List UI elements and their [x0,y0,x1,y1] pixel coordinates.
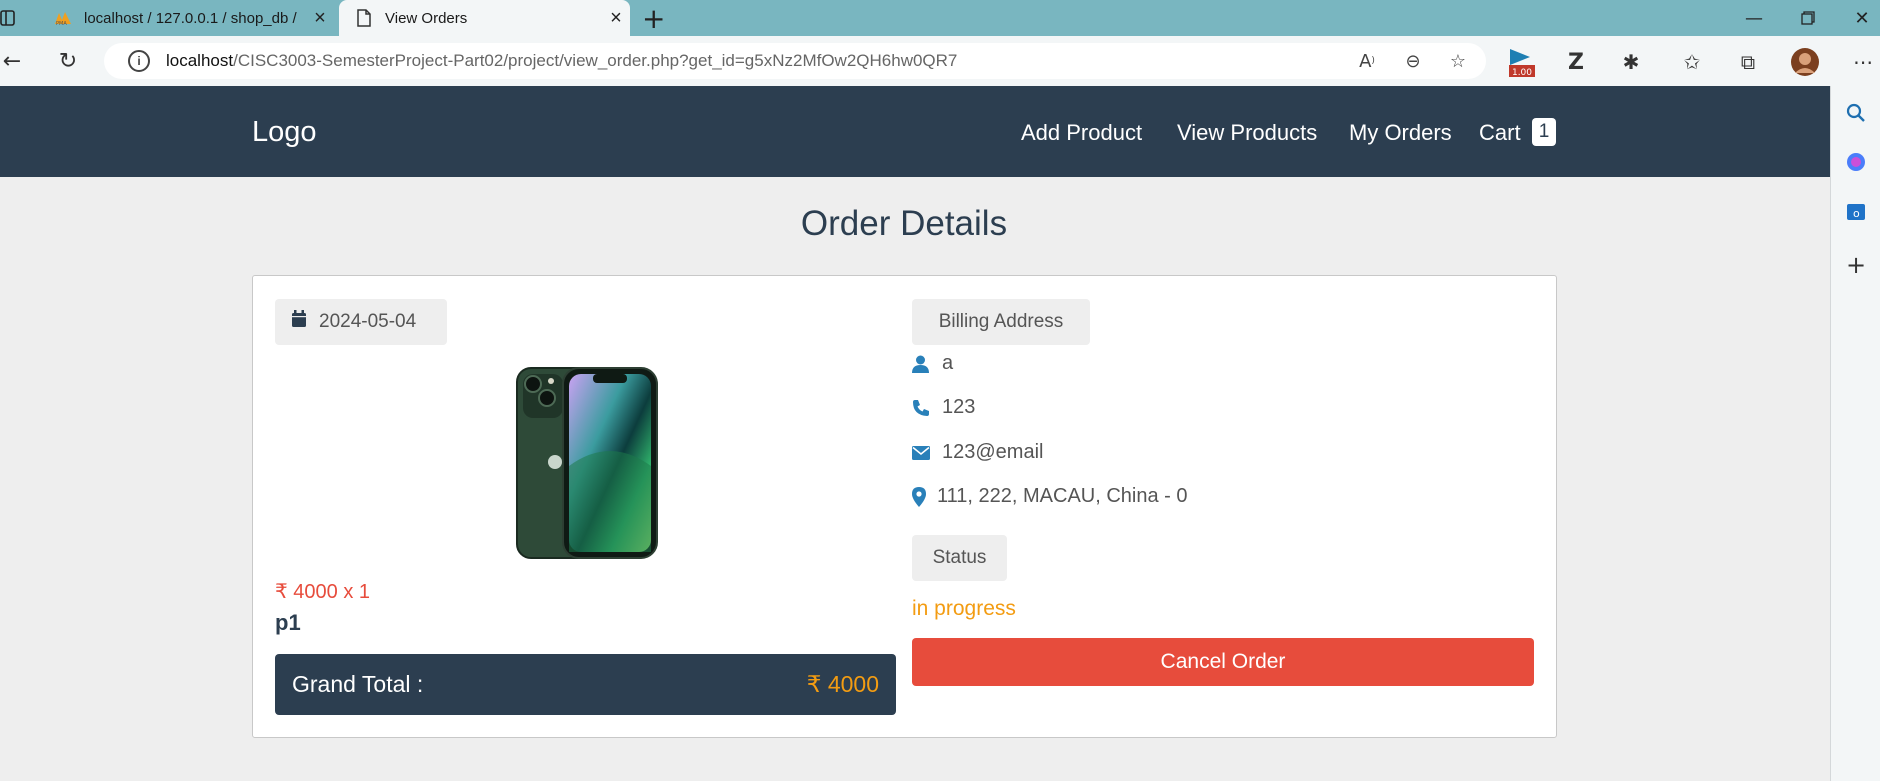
more-options-icon[interactable]: ⋯ [1846,45,1880,79]
outlook-icon[interactable]: o [1843,199,1869,225]
address-bar: ← ↻ i localhost/CISC3003-SemesterProject… [0,36,1880,86]
product-price: ₹ 4000 x 1 [275,579,370,604]
billing-address-row: 111, 222, MACAU, China - 0 [912,485,1188,508]
billing-email: 123@email [942,441,1044,463]
status-label: Status [912,535,1007,581]
page-title: Order Details [800,204,1008,243]
grand-total-bar: Grand Total : ₹ 4000 [275,654,896,715]
sidebar-toggle-icon[interactable] [0,8,16,28]
extension-badge: 1.00 [1512,68,1532,78]
browser-tab-view-orders[interactable]: View Orders × [339,0,630,36]
nav-cart[interactable]: Cart [1479,120,1521,146]
window-close-icon[interactable]: ✕ [1836,0,1880,36]
read-aloud-icon[interactable]: A) [1349,43,1385,79]
minimize-icon[interactable]: — [1728,0,1780,36]
new-tab-icon[interactable]: + [642,2,665,35]
extensions-puzzle-icon[interactable]: ✱ [1614,45,1648,79]
avatar[interactable] [1788,45,1822,79]
web-page: Logo Add Product View Products My Orders… [0,86,1830,781]
zoom-out-icon[interactable]: ⊖ [1395,43,1431,79]
billing-name-row: a [912,352,953,375]
url-path: /CISC3003-SemesterProject-Part02/project… [233,51,958,70]
browser-tab-bar: PMA localhost / 127.0.0.1 / shop_db / × … [0,0,1880,36]
billing-name: a [942,352,954,374]
status-badge: in progress [912,597,1016,620]
extension-icon[interactable]: 1.00 [1504,45,1538,79]
close-icon[interactable]: × [306,7,334,30]
tab-title: View Orders [385,9,468,27]
nav-my-orders[interactable]: My Orders [1349,120,1452,146]
page-icon [353,7,375,29]
phpmyadmin-icon: PMA [52,7,74,29]
product-name: p1 [275,610,301,635]
user-icon [912,355,942,373]
price-quantity-text: 4000 x 1 [293,581,371,603]
order-date-text: 2024-05-04 [319,311,417,332]
billing-address-label: Billing Address [912,299,1090,345]
restore-icon[interactable] [1782,0,1834,36]
billing-phone-row: 123 [912,396,975,419]
rupee-icon: ₹ [275,581,288,603]
site-info-icon[interactable]: i [128,50,150,72]
url-host: localhost [166,51,234,70]
edge-sidebar: o + [1830,86,1880,781]
nav-view-products[interactable]: View Products [1177,120,1317,146]
svg-text:PMA: PMA [56,21,67,26]
svg-text:o: o [1853,207,1860,220]
tab-title: localhost / 127.0.0.1 / shop_db / [84,9,297,27]
grand-total-value: 4000 [827,671,879,697]
cart-count-badge[interactable]: 1 [1532,118,1556,146]
rupee-icon: ₹ [806,671,822,697]
grand-total-amount: ₹ 4000 [807,671,879,698]
cancel-order-button[interactable]: Cancel Order [912,638,1534,686]
search-icon[interactable] [1843,100,1869,126]
add-sidebar-app-icon[interactable]: + [1843,251,1869,279]
refresh-icon[interactable]: ↻ [52,45,84,77]
site-logo[interactable]: Logo [252,116,317,149]
billing-email-row: 123@email [912,441,1043,464]
browser-tab-phpmyadmin[interactable]: PMA localhost / 127.0.0.1 / shop_db / × [38,0,334,36]
copilot-icon[interactable] [1843,149,1869,175]
order-card: 2024-05-04 ₹ 4000 x 1 p1 Grand Total: ₹… [252,275,1557,738]
close-icon[interactable]: × [602,7,630,30]
add-favorite-icon[interactable]: ☆ [1440,43,1476,79]
order-date: 2024-05-04 [275,299,447,345]
url-field[interactable]: i localhost/CISC3003-SemesterProject-Par… [104,43,1486,79]
phone-icon [912,399,942,417]
billing-address: 111, 222, MACAU, China - 0 [937,485,1188,507]
zotero-icon[interactable]: Z [1559,45,1593,79]
back-icon[interactable]: ← [0,45,28,77]
favorites-icon[interactable]: ✩ [1675,45,1709,79]
location-pin-icon [912,486,937,507]
product-image [515,366,659,564]
site-header: Logo Add Product View Products My Orders… [0,86,1830,177]
calendar-icon [291,310,307,334]
envelope-icon [912,445,942,460]
billing-phone: 123 [942,396,976,418]
grand-total-label: Grand Total : [292,671,424,697]
nav-add-product[interactable]: Add Product [1021,120,1142,146]
collections-icon[interactable]: ⧉ [1731,45,1765,79]
